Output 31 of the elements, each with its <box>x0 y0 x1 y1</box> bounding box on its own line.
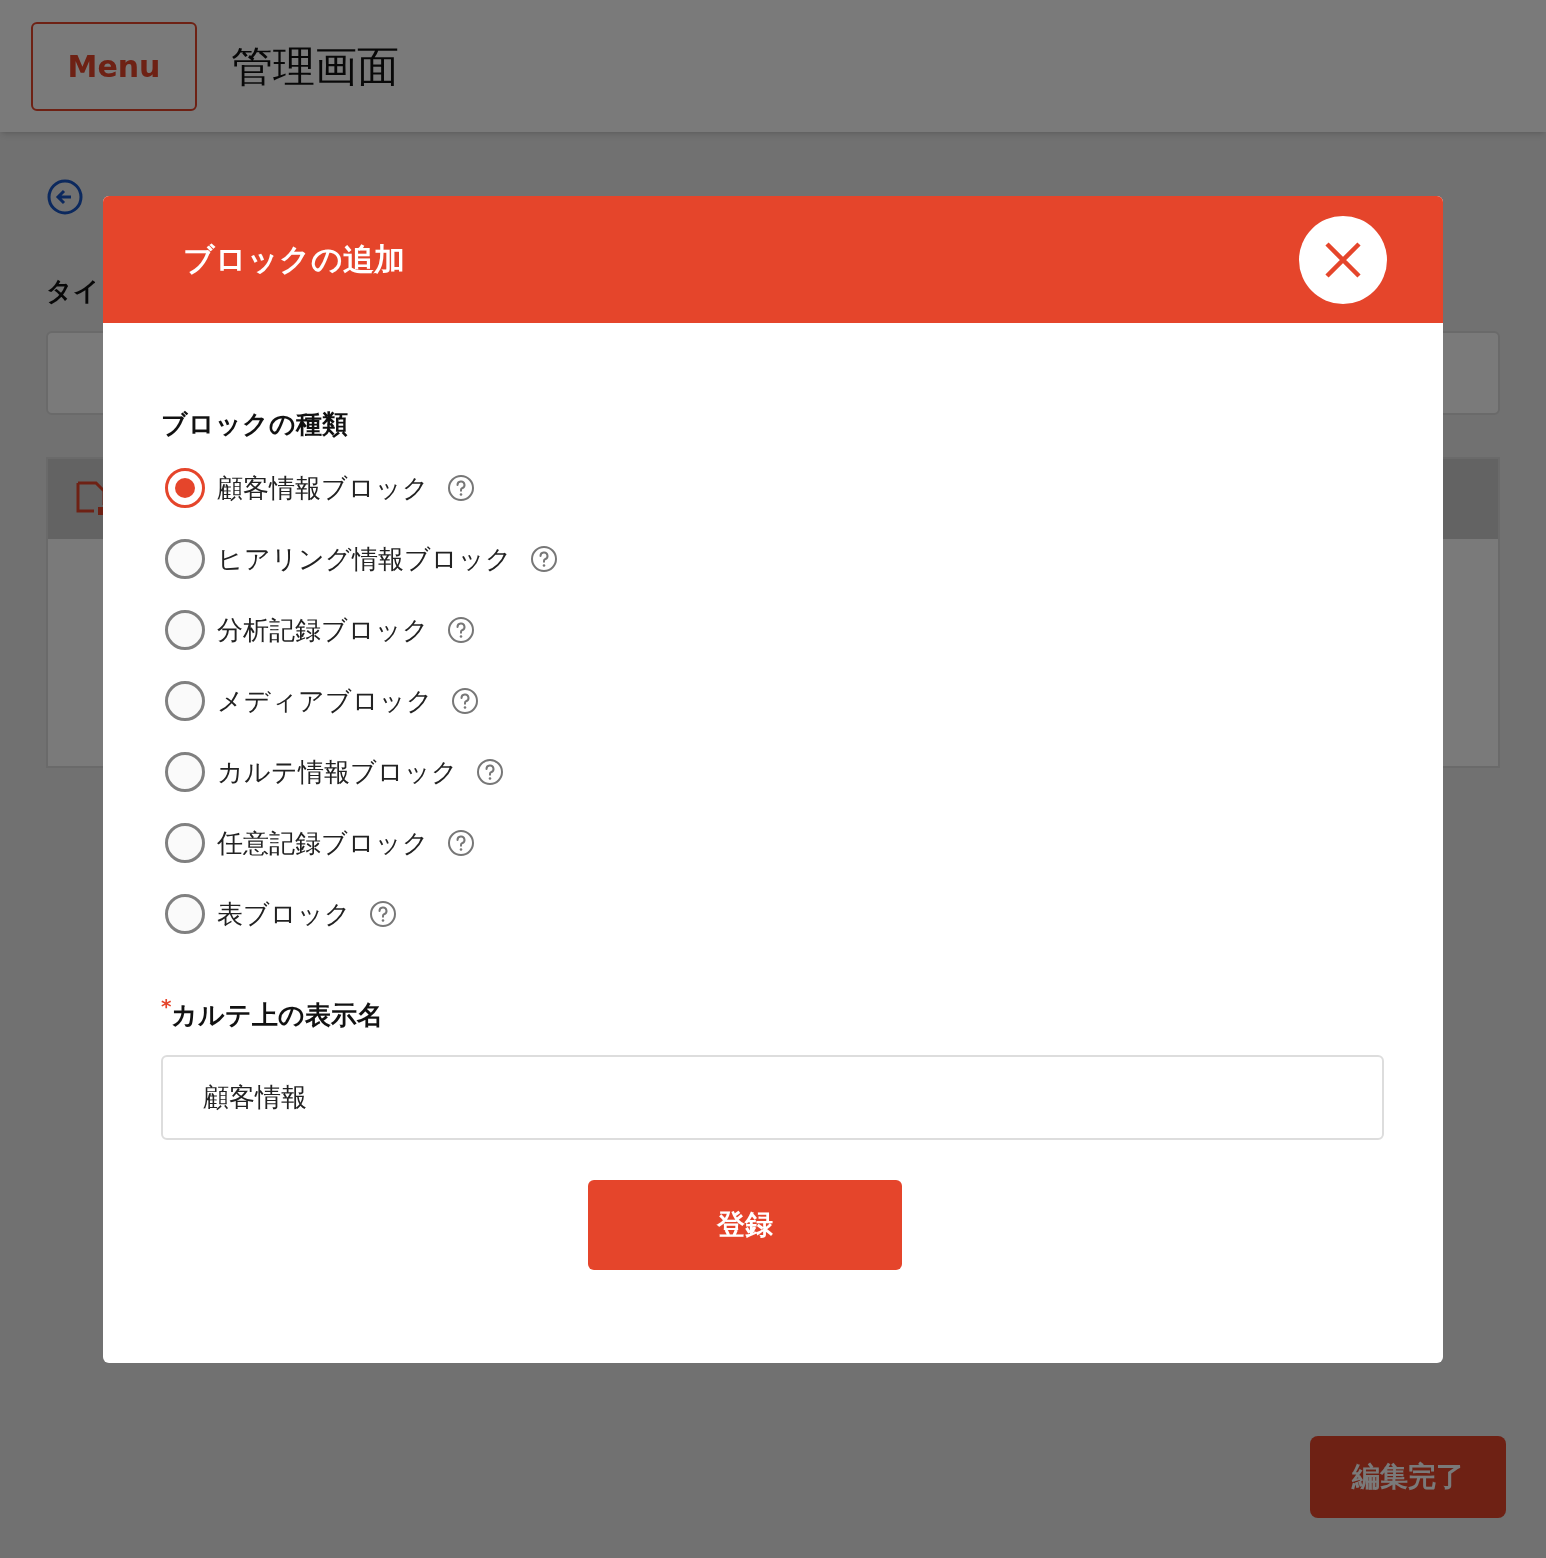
radio-button[interactable] <box>165 752 205 792</box>
dialog-title: ブロックの追加 <box>183 240 405 280</box>
radio-button[interactable] <box>165 610 205 650</box>
back-icon[interactable] <box>46 178 84 216</box>
radio-button[interactable] <box>165 681 205 721</box>
help-icon[interactable] <box>447 616 475 644</box>
display-name-field[interactable]: 顧客情報 <box>161 1055 1384 1140</box>
help-icon[interactable] <box>447 829 475 857</box>
block-type-option[interactable]: 顧客情報ブロック <box>217 468 429 508</box>
close-icon <box>1324 240 1362 279</box>
help-icon[interactable] <box>369 900 397 928</box>
radio-button[interactable] <box>165 894 205 934</box>
help-icon[interactable] <box>476 758 504 786</box>
display-name-label: カルテ上の表示名 <box>171 1000 384 1032</box>
block-type-option[interactable]: メディアブロック <box>217 681 433 721</box>
block-type-option[interactable]: 表ブロック <box>217 894 351 934</box>
block-type-option[interactable]: 任意記録ブロック <box>217 823 429 863</box>
radio-button[interactable] <box>165 823 205 863</box>
help-icon[interactable] <box>447 474 475 502</box>
block-type-option[interactable]: カルテ情報ブロック <box>217 752 458 792</box>
radio-button[interactable] <box>165 468 205 508</box>
help-icon[interactable] <box>451 687 479 715</box>
radio-button[interactable] <box>165 539 205 579</box>
field-label: タイ <box>46 275 100 308</box>
app-title: 管理画面 <box>231 40 399 93</box>
block-type-option[interactable]: ヒアリング情報ブロック <box>217 539 512 579</box>
required-mark: * <box>161 996 172 1016</box>
register-button[interactable]: 登録 <box>588 1180 902 1270</box>
block-type-label: ブロックの種類 <box>161 408 349 441</box>
block-type-option[interactable]: 分析記録ブロック <box>217 610 429 650</box>
help-icon[interactable] <box>530 545 558 573</box>
